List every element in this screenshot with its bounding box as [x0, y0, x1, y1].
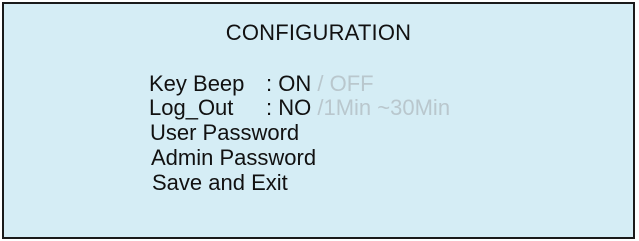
key-beep-value[interactable]: : ON / OFF	[266, 71, 374, 96]
menu-item-user-password[interactable]: User Password	[150, 120, 299, 145]
key-beep-separator: :	[266, 71, 273, 96]
admin-password-label: Admin Password	[151, 145, 317, 170]
key-beep-alternative-values: / OFF	[317, 71, 374, 96]
log-out-selected-value: NO	[278, 95, 312, 120]
log-out-alternative-values: /1Min ~30Min	[317, 95, 451, 120]
configuration-menu: Key Beep : ON / OFF Log_Out : NO /1Min ~…	[4, 4, 633, 237]
menu-item-log-out[interactable]: Log_Out : NO /1Min ~30Min	[149, 95, 450, 120]
menu-item-key-beep[interactable]: Key Beep : ON / OFF	[149, 71, 374, 96]
key-beep-selected-value: ON	[278, 71, 312, 96]
log-out-separator: :	[266, 95, 273, 120]
menu-item-save-and-exit[interactable]: Save and Exit	[152, 170, 288, 195]
save-and-exit-label: Save and Exit	[152, 170, 288, 195]
log-out-value[interactable]: : NO /1Min ~30Min	[266, 95, 450, 120]
user-password-label: User Password	[150, 120, 300, 145]
key-beep-label: Key Beep	[149, 71, 245, 96]
log-out-label: Log_Out	[149, 95, 234, 120]
menu-item-admin-password[interactable]: Admin Password	[151, 145, 316, 170]
configuration-panel: CONFIGURATION Key Beep : ON / OFF Log_Ou…	[2, 2, 635, 239]
